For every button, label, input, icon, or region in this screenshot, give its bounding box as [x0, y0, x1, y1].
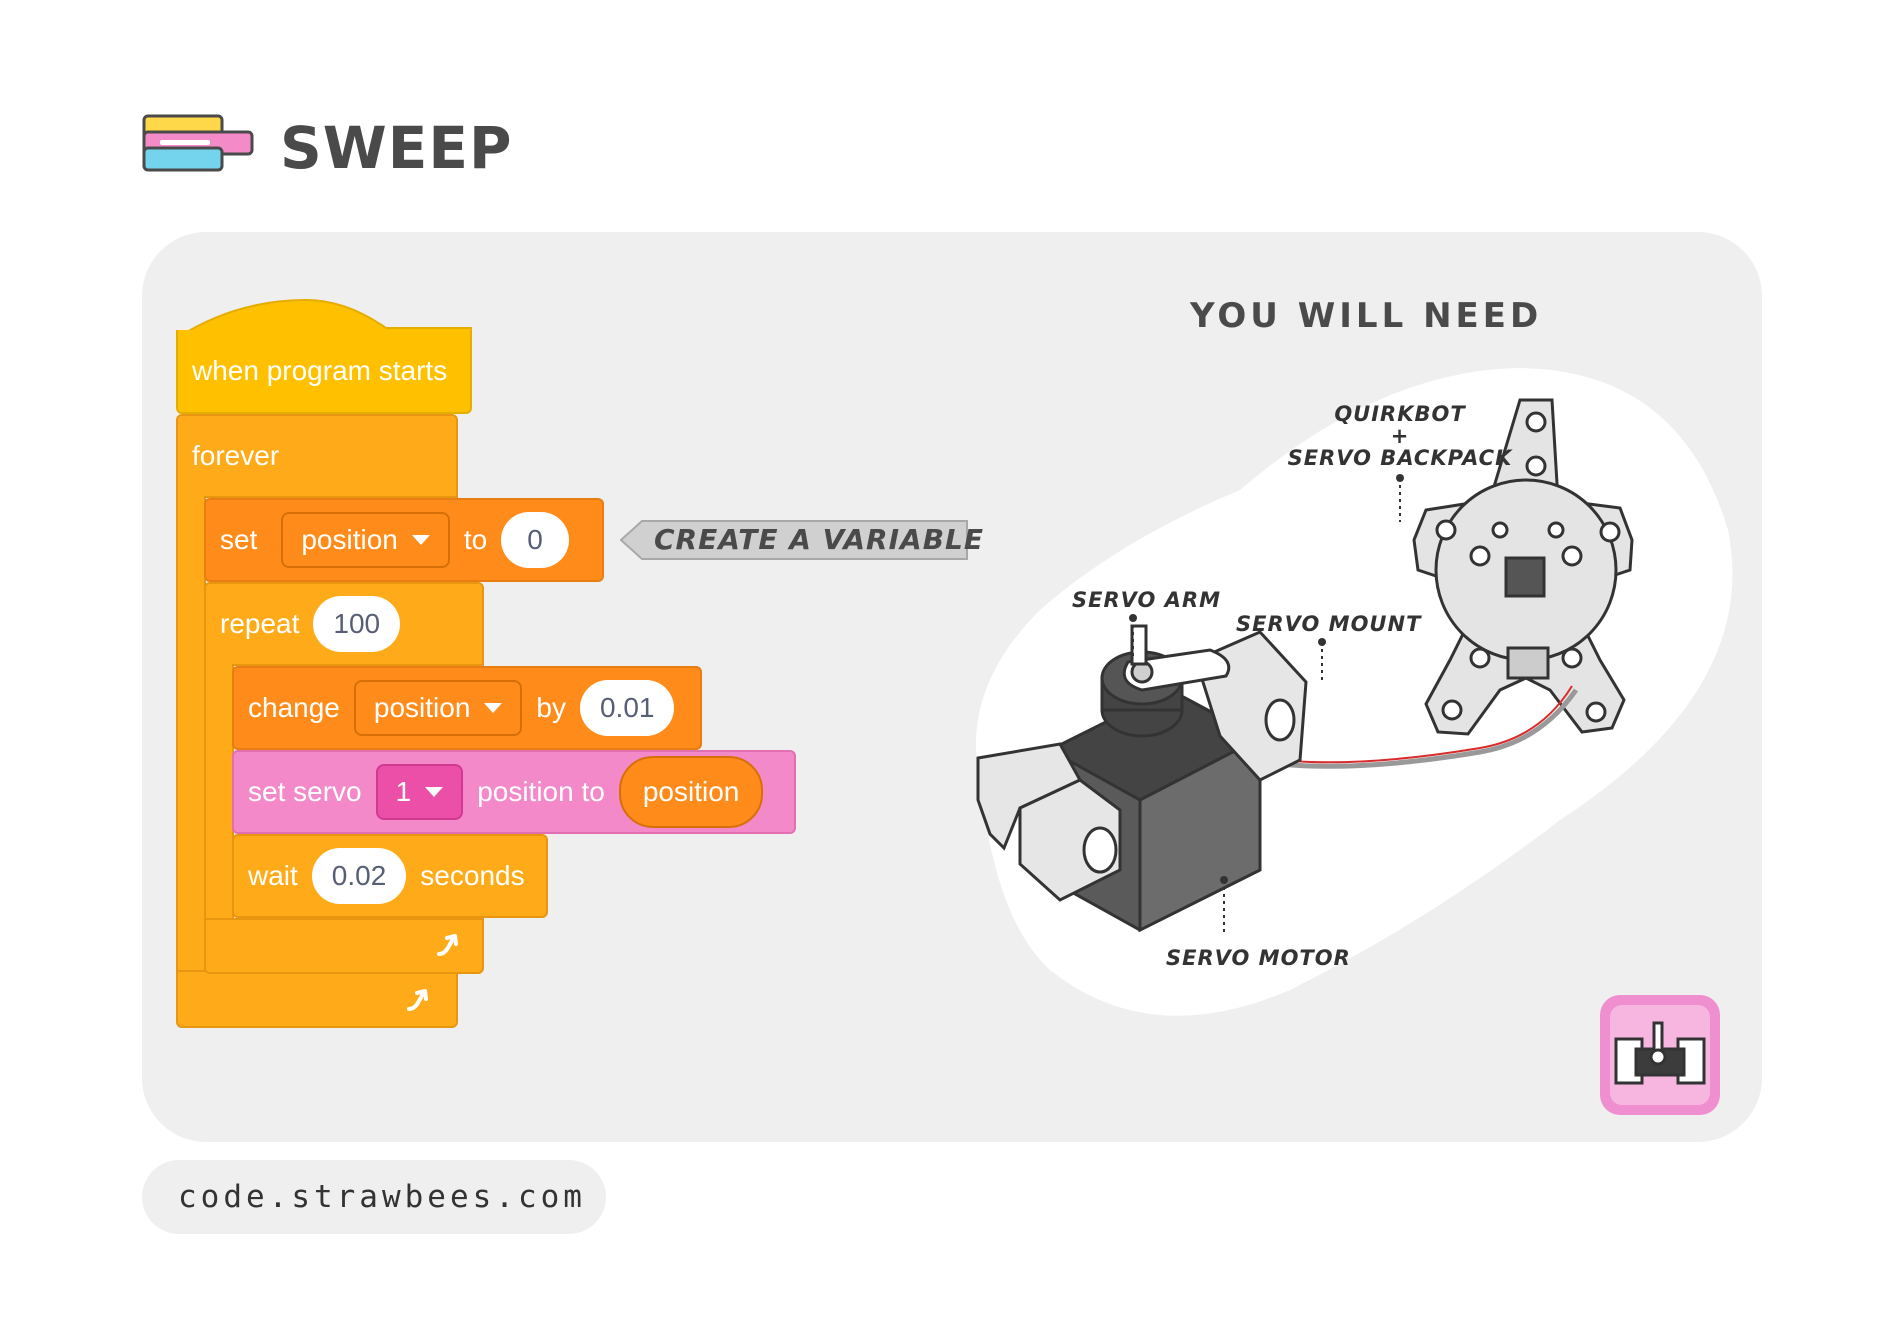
servo-number-dropdown[interactable]: 1 [375, 764, 464, 820]
chevron-down-icon [425, 787, 444, 797]
set-label: set [220, 524, 258, 555]
chevron-down-icon [484, 703, 503, 713]
to-label: to [463, 524, 488, 555]
stacked-blocks-icon [142, 114, 254, 172]
quirkbot-label-line2: SERVO BACKPACK [1287, 446, 1513, 470]
repeat-arm [204, 664, 234, 920]
change-variable-block[interactable]: change position by 0.01 [232, 666, 702, 750]
variable-name: position [301, 524, 398, 555]
variable-dropdown[interactable]: position [353, 680, 523, 736]
repeat-count-input[interactable]: 100 [313, 596, 401, 652]
forever-block[interactable]: forever [176, 414, 458, 498]
position-to-label: position to [477, 776, 605, 807]
create-variable-callout: CREATE A VARIABLE [654, 523, 985, 556]
loop-arrow-icon [437, 934, 458, 956]
loop-arrow-icon [407, 989, 428, 1011]
servo-icon [1600, 995, 1720, 1115]
servo-arm-label: SERVO ARM [1072, 588, 1222, 612]
quirkbot-label-line1: QUIRKBOT [1334, 402, 1466, 426]
quirkbot-label-plus: + [1390, 424, 1410, 448]
quirkbot-label: QUIRKBOT + SERVO BACKPACK [1280, 403, 1520, 469]
you-will-need-title: YOU WILL NEED [1190, 296, 1543, 336]
forever-label: forever [192, 440, 280, 471]
wait-value-input[interactable]: 0.02 [311, 848, 407, 904]
set-servo-block[interactable]: set servo 1 position to position [232, 750, 796, 834]
position-reporter[interactable]: position [618, 756, 764, 828]
variable-dropdown[interactable]: position [281, 512, 450, 568]
page-title: SWEEP [280, 114, 513, 182]
seconds-label: seconds [420, 860, 525, 891]
hat-block-label: when program starts [192, 355, 448, 386]
repeat-block[interactable]: repeat 100 [204, 582, 484, 666]
forever-arm [176, 496, 206, 972]
by-label: by [536, 692, 566, 723]
set-value-input[interactable]: 0 [501, 512, 569, 568]
servo-number: 1 [395, 776, 412, 807]
when-program-starts-block[interactable]: when program starts [176, 330, 472, 414]
servo-motor-label: SERVO MOTOR [1166, 946, 1351, 970]
chevron-down-icon [411, 535, 430, 545]
variable-name: position [373, 692, 471, 723]
wait-label: wait [248, 860, 298, 891]
servo-mount-label: SERVO MOUNT [1236, 612, 1422, 636]
change-label: change [248, 692, 340, 723]
repeat-label: repeat [220, 608, 300, 639]
set-variable-block[interactable]: set position to 0 [204, 498, 604, 582]
footer-url[interactable]: code.strawbees.com [178, 1176, 586, 1218]
wait-block[interactable]: wait 0.02 seconds [232, 834, 548, 918]
set-servo-label: set servo [248, 776, 362, 807]
change-value-input[interactable]: 0.01 [579, 680, 675, 736]
